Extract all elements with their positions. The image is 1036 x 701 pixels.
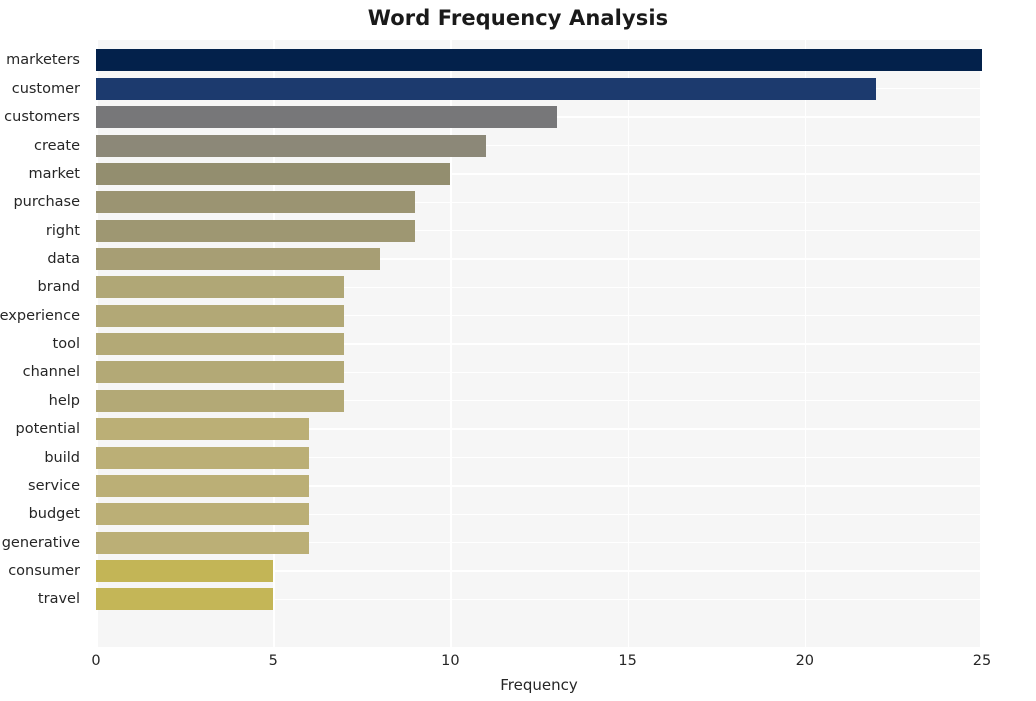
bar[interactable] — [96, 162, 451, 185]
bar[interactable] — [96, 333, 345, 356]
bar[interactable] — [96, 446, 309, 469]
y-axis-tick-label: budget — [28, 506, 80, 523]
y-axis-tick-label: tool — [52, 336, 80, 353]
y-axis-tick-label: right — [45, 222, 80, 239]
y-axis-tick-label: create — [33, 137, 80, 154]
x-axis-tick-label: 10 — [441, 653, 460, 669]
bar[interactable] — [96, 77, 876, 100]
y-axis-tick-label: service — [28, 477, 80, 494]
x-axis-tick-label: 0 — [91, 653, 101, 669]
bar[interactable] — [96, 503, 309, 526]
y-axis-tick-label: data — [47, 250, 80, 267]
bar[interactable] — [96, 418, 309, 441]
y-axis-tick-label: marketers — [6, 52, 80, 69]
y-axis-tick-label: travel — [37, 591, 80, 608]
bar[interactable] — [96, 134, 486, 157]
plot-area — [96, 40, 982, 647]
x-axis-tick-label: 5 — [268, 653, 278, 669]
chart-figure: Word Frequency Analysis marketers custome… — [0, 0, 1036, 701]
bar[interactable] — [96, 247, 380, 270]
y-axis-tick-label: generative — [1, 534, 80, 551]
y-axis-tick-label: experience — [0, 307, 80, 324]
bar[interactable] — [96, 219, 415, 242]
y-axis-tick-label: potential — [15, 421, 81, 438]
chart-title: Word Frequency Analysis — [367, 6, 669, 30]
x-axis-tick-label: 25 — [972, 653, 992, 669]
x-axis: 0 5 10 15 20 25 Frequency — [0, 647, 1036, 701]
x-axis-label: Frequency — [500, 676, 578, 694]
y-axis-tick-label: channel — [22, 364, 80, 381]
bar[interactable] — [96, 389, 345, 412]
bar[interactable] — [96, 531, 309, 554]
y-axis-tick-label: brand — [37, 279, 80, 296]
y-axis-tick-labels: marketers customer customers create market pu… — [0, 40, 88, 647]
y-axis-tick-label: market — [28, 165, 80, 182]
y-axis-tick-label: purchase — [13, 194, 80, 211]
x-axis-tick-label: 20 — [795, 653, 815, 669]
y-axis-tick-label: customers — [4, 109, 80, 126]
bar[interactable] — [96, 276, 345, 299]
bar[interactable] — [96, 559, 274, 582]
bar[interactable] — [96, 191, 415, 214]
y-axis-tick-label: build — [44, 449, 80, 466]
y-axis-tick-label: help — [48, 392, 80, 409]
bar[interactable] — [96, 361, 345, 384]
y-axis-tick-label: customer — [11, 80, 80, 97]
y-axis-tick-label: consumer — [8, 562, 80, 579]
bar[interactable] — [96, 474, 309, 497]
x-axis-tick-label: 15 — [618, 653, 637, 669]
bar[interactable] — [96, 304, 345, 327]
bar[interactable] — [96, 49, 982, 72]
bar[interactable] — [96, 588, 274, 611]
bar[interactable] — [96, 106, 557, 129]
